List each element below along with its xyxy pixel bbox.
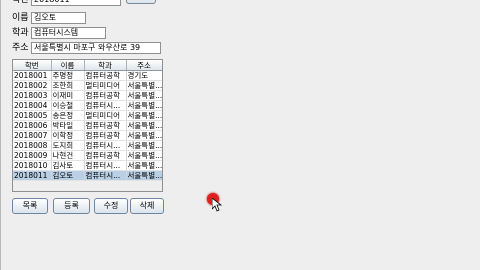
name-field[interactable]: 김오토 (31, 12, 86, 24)
cell-dept: 멀티미디어 (84, 80, 127, 91)
cell-name: 김오토 (51, 170, 85, 181)
cell-name: 도지희 (51, 140, 85, 151)
column-header-dept[interactable]: 학과 (84, 60, 127, 71)
search-button[interactable]: 검색 (126, 0, 156, 4)
address-field[interactable]: 서울특별시 마포구 와우산로 39 (31, 42, 161, 54)
column-header-address[interactable]: 주소 (126, 60, 162, 71)
window-left-edge (0, 0, 1, 270)
name-label: 이름 (12, 13, 29, 23)
table-row[interactable]: 2018005 송은정 멀티미디어 서울특별... (13, 110, 162, 121)
table-row[interactable]: 2018009 나현건 컴퓨터공학 서울특별... (13, 150, 162, 161)
cell-address: 서울특별... (126, 150, 162, 161)
cell-address: 서울특별... (126, 110, 162, 121)
cell-id: 2018006 (13, 120, 52, 131)
cell-name: 주명정 (51, 70, 85, 81)
cell-name: 이재미 (51, 90, 85, 101)
cell-address: 서울특별... (126, 100, 162, 111)
cell-dept: 컴퓨터시... (84, 170, 127, 181)
cell-dept: 컴퓨터공학 (84, 70, 127, 81)
cell-dept: 멀티미디어 (84, 110, 127, 121)
cell-name: 나현건 (51, 150, 85, 161)
register-button[interactable]: 등록 (53, 198, 90, 214)
cell-address: 서울특별... (126, 120, 162, 131)
table-row[interactable]: 2018001 주명정 컴퓨터공학 경기도 (13, 70, 162, 81)
cell-address: 서울특별... (126, 80, 162, 91)
cell-id: 2018010 (13, 160, 52, 171)
cell-dept: 컴퓨터공학 (84, 90, 127, 101)
table-row[interactable]: 2018002 조한희 멀티미디어 서울특별... (13, 80, 162, 91)
student-table[interactable]: 학번 이름 학과 주소 2018001 주명정 컴퓨터공학 경기도 2018002 조한희… (12, 59, 163, 192)
cell-dept: 컴퓨터시... (84, 140, 127, 151)
table-row[interactable]: 2018004 이승철 컴퓨터시... 서울특별... (13, 100, 162, 111)
cell-dept: 컴퓨터시... (84, 160, 127, 171)
address-label: 주소 (12, 43, 29, 53)
column-header-id[interactable]: 학번 (13, 60, 52, 71)
cell-dept: 컴퓨터공학 (84, 130, 127, 141)
cell-name: 박타일 (51, 120, 85, 131)
cell-id: 2018009 (13, 150, 52, 161)
cell-address: 서울특별... (126, 130, 162, 141)
cell-name: 조한희 (51, 80, 85, 91)
delete-button[interactable]: 삭제 (130, 198, 164, 214)
edit-button[interactable]: 수정 (94, 198, 128, 214)
table-header-row: 학번 이름 학과 주소 (13, 60, 162, 71)
cell-id: 2018005 (13, 110, 52, 121)
cell-address: 경기도 (126, 70, 162, 81)
cell-id: 2018001 (13, 70, 52, 81)
cell-dept: 컴퓨터공학 (84, 150, 127, 161)
cell-id: 2018003 (13, 90, 52, 101)
cell-address: 서울특별... (126, 160, 162, 171)
id-label: 학번 (12, 0, 29, 5)
cell-name: 송은정 (51, 110, 85, 121)
table-row[interactable]: 2018003 이재미 컴퓨터공학 서울특별... (13, 90, 162, 101)
cell-address: 서울특별... (126, 170, 162, 181)
cell-name: 이승철 (51, 100, 85, 111)
dept-label: 학과 (12, 28, 29, 38)
cell-address: 서울특별... (126, 90, 162, 101)
cell-address: 서울특별... (126, 140, 162, 151)
column-header-name[interactable]: 이름 (51, 60, 85, 71)
cell-name: 이학정 (51, 130, 85, 141)
mouse-pointer-icon (212, 198, 222, 212)
table-row[interactable]: 2018010 김사토 컴퓨터시... 서울특별... (13, 160, 162, 171)
table-row[interactable]: 2018011 김오토 컴퓨터시... 서울특별... (13, 170, 162, 181)
cell-id: 2018004 (13, 100, 52, 111)
list-button[interactable]: 목록 (12, 198, 48, 214)
cell-id: 2018007 (13, 130, 52, 141)
cell-dept: 컴퓨터공학 (84, 120, 127, 131)
cell-id: 2018011 (13, 170, 52, 181)
table-row[interactable]: 2018007 이학정 컴퓨터공학 서울특별... (13, 130, 162, 141)
cell-name: 김사토 (51, 160, 85, 171)
cell-id: 2018008 (13, 140, 52, 151)
cell-dept: 컴퓨터시... (84, 100, 127, 111)
dept-field[interactable]: 컴퓨터시스템 (31, 27, 106, 39)
table-row[interactable]: 2018006 박타일 컴퓨터공학 서울특별... (13, 120, 162, 131)
id-field[interactable]: 2018011 (31, 0, 121, 6)
cell-id: 2018002 (13, 80, 52, 91)
table-row[interactable]: 2018008 도지희 컴퓨터시... 서울특별... (13, 140, 162, 151)
